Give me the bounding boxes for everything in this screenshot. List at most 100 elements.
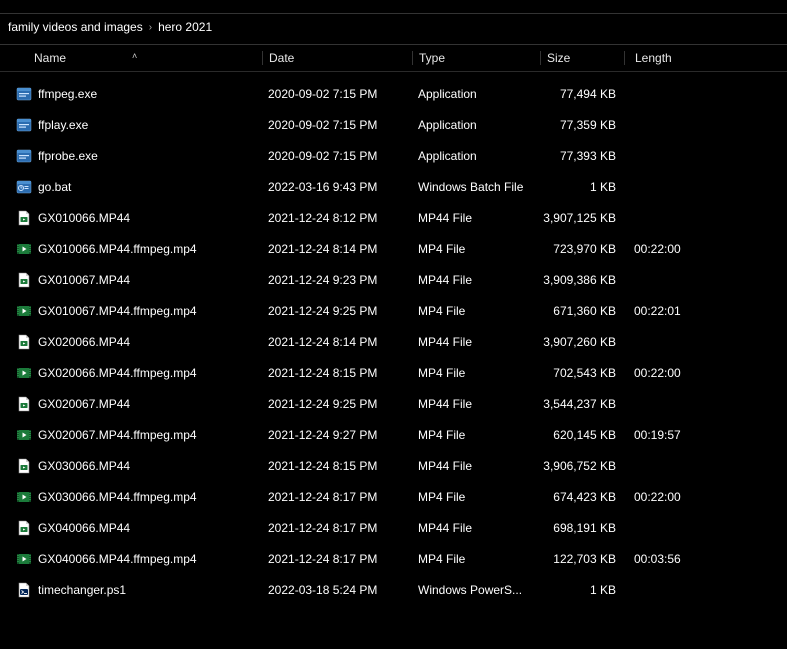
exe-file-icon — [16, 86, 32, 102]
cell-date: 2020-09-02 7:15 PM — [262, 87, 412, 101]
cell-name: GX020066.MP44 — [0, 334, 262, 350]
cell-type: MP44 File — [412, 335, 540, 349]
mp44-file-icon — [16, 520, 32, 536]
breadcrumb-item[interactable]: hero 2021 — [158, 20, 212, 34]
file-row[interactable]: GX020067.MP442021-12-24 9:25 PMMP44 File… — [0, 388, 787, 419]
column-header-date[interactable]: Date — [262, 51, 412, 65]
column-header-length[interactable]: Length — [624, 51, 742, 65]
column-label: Type — [419, 51, 445, 65]
file-name: GX040066.MP44.ffmpeg.mp4 — [38, 552, 197, 566]
mp4-file-icon — [16, 241, 32, 257]
file-name: GX020067.MP44.ffmpeg.mp4 — [38, 428, 197, 442]
cell-name: GX010066.MP44.ffmpeg.mp4 — [0, 241, 262, 257]
cell-type: Application — [412, 118, 540, 132]
cell-date: 2021-12-24 9:25 PM — [262, 304, 412, 318]
cell-date: 2021-12-24 8:17 PM — [262, 521, 412, 535]
cell-date: 2022-03-18 5:24 PM — [262, 583, 412, 597]
file-row[interactable]: GX020066.MP44.ffmpeg.mp42021-12-24 8:15 … — [0, 357, 787, 388]
cell-length: 00:22:00 — [624, 490, 742, 504]
file-row[interactable]: GX010067.MP44.ffmpeg.mp4 2021-12-24 9:25 … — [0, 295, 787, 326]
file-row[interactable]: ffmpeg.exe2020-09-02 7:15 PMApplication7… — [0, 78, 787, 109]
cell-type: MP44 File — [412, 273, 540, 287]
cell-date: 2021-12-24 8:17 PM — [262, 552, 412, 566]
mp44-file-icon — [16, 210, 32, 226]
breadcrumb[interactable]: family videos and images › hero 2021 — [0, 14, 787, 45]
breadcrumb-item[interactable]: family videos and images — [8, 20, 143, 34]
column-header-size[interactable]: Size — [540, 51, 624, 65]
cell-type: MP44 File — [412, 459, 540, 473]
cell-name: GX010066.MP44 — [0, 210, 262, 226]
cell-type: MP4 File — [412, 490, 540, 504]
file-row[interactable]: ffprobe.exe2020-09-02 7:15 PMApplication… — [0, 140, 787, 171]
column-header-type[interactable]: Type — [412, 51, 540, 65]
file-name: GX020066.MP44.ffmpeg.mp4 — [38, 366, 197, 380]
mp4-file-icon — [16, 489, 32, 505]
cell-name: GX020067.MP44.ffmpeg.mp4 — [0, 427, 262, 443]
file-name: timechanger.ps1 — [38, 583, 126, 597]
cell-date: 2021-12-24 8:14 PM — [262, 335, 412, 349]
cell-type: MP44 File — [412, 397, 540, 411]
mp44-file-icon — [16, 396, 32, 412]
file-row[interactable]: GX020066.MP442021-12-24 8:14 PMMP44 File… — [0, 326, 787, 357]
cell-name: GX030066.MP44 — [0, 458, 262, 474]
file-name: ffplay.exe — [38, 118, 88, 132]
cell-date: 2021-12-24 8:14 PM — [262, 242, 412, 256]
file-row[interactable]: timechanger.ps1 2022-03-18 5:24 PMWindows… — [0, 574, 787, 605]
cell-size: 620,145 KB — [540, 428, 624, 442]
column-label: Name — [34, 51, 66, 65]
file-list[interactable]: ffmpeg.exe2020-09-02 7:15 PMApplication7… — [0, 72, 787, 605]
cell-name: GX010067.MP44.ffmpeg.mp4 — [0, 303, 262, 319]
ps1-file-icon — [16, 582, 32, 598]
cell-date: 2022-03-16 9:43 PM — [262, 180, 412, 194]
cell-type: Application — [412, 87, 540, 101]
mp44-file-icon — [16, 458, 32, 474]
cell-size: 702,543 KB — [540, 366, 624, 380]
file-name: GX010067.MP44.ffmpeg.mp4 — [38, 304, 197, 318]
file-name: GX030066.MP44 — [38, 459, 130, 473]
file-name: ffprobe.exe — [38, 149, 98, 163]
cell-type: MP44 File — [412, 521, 540, 535]
cell-type: MP4 File — [412, 366, 540, 380]
file-row[interactable]: GX020067.MP44.ffmpeg.mp4 2021-12-24 9:27 … — [0, 419, 787, 450]
file-row[interactable]: go.bat2022-03-16 9:43 PMWindows Batch Fi… — [0, 171, 787, 202]
cell-size: 674,423 KB — [540, 490, 624, 504]
window-top-divider — [0, 0, 787, 14]
cell-size: 3,906,752 KB — [540, 459, 624, 473]
column-label: Length — [635, 51, 672, 65]
file-row[interactable]: GX040066.MP442021-12-24 8:17 PMMP44 File… — [0, 512, 787, 543]
cell-size: 3,544,237 KB — [540, 397, 624, 411]
file-row[interactable]: GX010066.MP44.ffmpeg.mp4 2021-12-24 8:14 … — [0, 233, 787, 264]
cell-type: Windows PowerS... — [412, 583, 540, 597]
cell-date: 2020-09-02 7:15 PM — [262, 118, 412, 132]
cell-type: MP44 File — [412, 211, 540, 225]
file-row[interactable]: GX040066.MP44.ffmpeg.mp4 2021-12-24 8:17 … — [0, 543, 787, 574]
column-label: Size — [547, 51, 570, 65]
cell-name: GX010067.MP44 — [0, 272, 262, 288]
cell-date: 2021-12-24 8:17 PM — [262, 490, 412, 504]
file-name: GX010066.MP44.ffmpeg.mp4 — [38, 242, 197, 256]
cell-date: 2021-12-24 9:27 PM — [262, 428, 412, 442]
file-row[interactable]: ffplay.exe2020-09-02 7:15 PMApplication7… — [0, 109, 787, 140]
cell-name: GX040066.MP44.ffmpeg.mp4 — [0, 551, 262, 567]
cell-name: GX040066.MP44 — [0, 520, 262, 536]
cell-type: Windows Batch File — [412, 180, 540, 194]
cell-size: 122,703 KB — [540, 552, 624, 566]
cell-length: 00:19:57 — [624, 428, 742, 442]
cell-name: ffplay.exe — [0, 117, 262, 133]
file-row[interactable]: GX030066.MP442021-12-24 8:15 PMMP44 File… — [0, 450, 787, 481]
file-name: GX010066.MP44 — [38, 211, 130, 225]
column-label: Date — [269, 51, 294, 65]
file-name: GX010067.MP44 — [38, 273, 130, 287]
column-header-name[interactable]: Name ˄ — [0, 51, 262, 65]
chevron-right-icon: › — [149, 22, 152, 33]
cell-date: 2020-09-02 7:15 PM — [262, 149, 412, 163]
file-row[interactable]: GX010066.MP442021-12-24 8:12 PMMP44 File… — [0, 202, 787, 233]
file-row[interactable]: GX010067.MP442021-12-24 9:23 PMMP44 File… — [0, 264, 787, 295]
mp4-file-icon — [16, 365, 32, 381]
cell-name: GX030066.MP44.ffmpeg.mp4 — [0, 489, 262, 505]
cell-name: GX020066.MP44.ffmpeg.mp4 — [0, 365, 262, 381]
cell-name: ffprobe.exe — [0, 148, 262, 164]
exe-file-icon — [16, 117, 32, 133]
file-row[interactable]: GX030066.MP44.ffmpeg.mp42021-12-24 8:17 … — [0, 481, 787, 512]
file-name: GX020067.MP44 — [38, 397, 130, 411]
